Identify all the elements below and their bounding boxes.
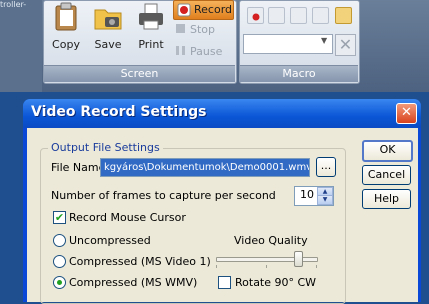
printer-icon [133,2,169,35]
copy-label: Copy [52,38,80,51]
video-quality-slider[interactable] [294,251,303,267]
dialog-title: Video Record Settings [31,104,207,120]
ms-wmv-radio[interactable] [53,276,66,289]
stop-icon [176,24,185,33]
pause-button[interactable]: Pause [176,45,232,58]
ribbon-left-area [0,0,42,92]
record-cursor-checkbox[interactable]: ✔ [53,211,66,224]
rotate-checkbox[interactable] [218,276,231,289]
radio-selected-dot [57,280,62,285]
record-label: Record [194,3,233,16]
help-button[interactable]: Help [362,189,411,209]
uncompressed-label: Uncompressed [69,234,151,247]
ms-video1-radio[interactable] [53,255,66,268]
file-name-input[interactable]: kgyáros\Dokumentumok\Demo0001.wmv [100,158,310,177]
print-label: Print [138,38,164,51]
slider-tick [316,265,317,268]
copy-button[interactable]: Copy [48,2,84,51]
pause-icon [176,46,185,55]
macro-open-folder-icon[interactable] [335,7,352,24]
record-button[interactable]: Record [173,0,234,20]
save-label: Save [94,38,122,51]
spin-down-icon[interactable]: ▼ [317,195,333,205]
frames-value: 10 [300,188,314,201]
file-name-value: kgyáros\Dokumentumok\Demo0001.wmv [101,159,309,176]
stop-button[interactable]: Stop [176,23,232,36]
record-cursor-label: Record Mouse Cursor [69,211,186,224]
group-title: Output File Settings [48,141,163,154]
macro-group-label: Macro [240,65,358,82]
slider-tick [266,265,267,268]
uncompressed-radio[interactable] [53,234,66,247]
clipboard-icon [48,2,84,35]
slider-tick [216,265,217,268]
macro-play-icon[interactable] [268,7,285,24]
video-quality-label: Video Quality [234,234,308,247]
file-name-label: File Name [51,161,106,174]
rotate-label: Rotate 90° CW [235,276,317,289]
screen-group-label: Screen [44,65,235,82]
ms-video1-label: Compressed (MS Video 1) [69,255,211,268]
frames-label: Number of frames to capture per second [51,189,276,202]
print-button[interactable]: Print [133,2,169,51]
stop-label: Stop [190,23,216,36]
cancel-button[interactable]: Cancel [362,165,411,185]
ok-button[interactable]: OK [362,140,413,162]
record-icon [177,3,191,20]
ms-wmv-label: Compressed (MS WMV) [69,276,198,289]
macro-delete-button[interactable]: ✕ [335,34,356,56]
macro-select[interactable]: ▼ [243,34,333,54]
save-button[interactable]: Save [90,2,126,51]
folder-camera-icon [90,2,126,35]
truncated-window-text: troller- [0,0,27,9]
close-icon[interactable]: ✕ [396,103,417,124]
pause-label: Pause [190,45,223,58]
macro-step-icon[interactable] [290,7,307,24]
macro-record-icon[interactable] [247,7,264,24]
macro-edit-icon[interactable] [312,7,329,24]
browse-button[interactable]: ... [316,157,336,177]
chevron-down-icon: ▼ [321,36,328,45]
